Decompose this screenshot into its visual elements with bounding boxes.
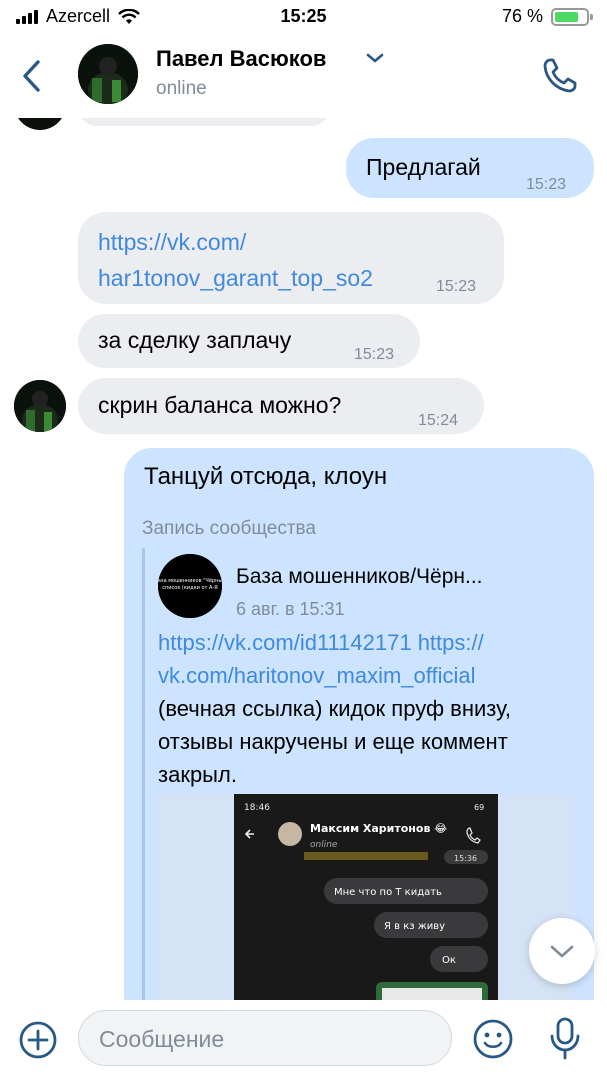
avatar (14, 118, 66, 130)
plus-circle-icon[interactable] (18, 1020, 58, 1060)
shot-time-chip: 15:36 (454, 854, 477, 863)
post-link-1[interactable]: https://vk.com/id11142171 (158, 630, 412, 655)
avatar[interactable] (14, 380, 66, 432)
status-bar: Azercell 15:25 76 % (0, 0, 607, 34)
shot-message: Ок (442, 955, 456, 966)
post-link-2a[interactable]: https:// (418, 630, 484, 655)
message-time: 15:23 (354, 346, 395, 363)
message-bubble-incoming[interactable]: https://vk.com/ har1tonov_garant_top_so2… (78, 212, 504, 304)
message-text: скрин баланса можно? (98, 392, 342, 418)
contact-status: online (156, 78, 207, 99)
message-time: 15:24 (418, 412, 459, 429)
message-time: 15:23 (526, 176, 567, 193)
message-bubble-forwarded[interactable]: Танцуй отсюда, клоун Запись сообщества Б… (124, 448, 594, 1000)
chat-header: Павел Васюков online (0, 34, 607, 118)
post-link-2b[interactable]: vk.com/haritonov_maxim_official (158, 663, 476, 688)
battery-percent: 76 % (501, 6, 543, 26)
post-date: 6 авг. в 15:31 (236, 599, 345, 619)
shot-message: Мне что по Т кидать (334, 887, 442, 898)
scroll-down-button[interactable] (529, 918, 595, 984)
shot-contact-name: Максим Харитонов 😂 (310, 822, 447, 835)
message-time: 15:23 (436, 278, 477, 295)
screenshot-image: 18:46 69 Максим Харитонов 😂 online 15:36… (234, 794, 498, 1000)
phone-icon[interactable] (541, 56, 579, 96)
message-list[interactable]: Предлагай 15:23 https://vk.com/ har1tono… (0, 118, 607, 1000)
composer: Сообщение (0, 1000, 607, 1080)
microphone-icon[interactable] (548, 1016, 582, 1062)
battery-icon (551, 7, 593, 26)
message-bubble-partial (78, 118, 330, 126)
message-bubble-incoming[interactable]: за сделку заплачу 15:23 (78, 314, 420, 368)
status-right: 76 % (501, 6, 593, 27)
message-bubble-outgoing[interactable]: Предлагай 15:23 (346, 138, 594, 198)
message-bubble-incoming[interactable]: скрин баланса можно? 15:24 (78, 378, 484, 434)
link-line-2: har1tonov_garant_top_so2 (98, 265, 373, 291)
message-link[interactable]: https://vk.com/ har1tonov_garant_top_so2 (98, 224, 373, 296)
message-text: за сделку заплачу (98, 327, 292, 353)
message-text: Танцуй отсюда, клоун (144, 463, 388, 490)
link-line-1: https://vk.com/ (98, 229, 247, 255)
battery-fill (555, 11, 578, 22)
contact-name[interactable]: Павел Васюков (156, 46, 326, 72)
shot-message: Я в кз живу (384, 921, 445, 932)
community-avatar[interactable]: База мошенников "Чёрный список (кидки от… (158, 554, 222, 618)
forward-divider (142, 548, 145, 1000)
message-input[interactable]: Сообщение (78, 1010, 452, 1066)
post-body: (вечная ссылка) кидок пруф внизу, отзывы… (158, 696, 512, 787)
chevron-down-icon (550, 945, 574, 958)
chevron-left-icon[interactable] (18, 56, 46, 96)
community-name[interactable]: База мошенников/Чёрн... (236, 560, 482, 594)
shot-status: online (310, 840, 338, 850)
shot-battery: 69 (474, 803, 484, 812)
shot-time: 18:46 (244, 803, 270, 813)
avatar[interactable] (78, 44, 138, 104)
smile-icon[interactable] (472, 1018, 514, 1060)
post-text: https://vk.com/id11142171 https:// vk.co… (158, 626, 578, 791)
forward-label: Запись сообщества (142, 518, 316, 539)
post-image[interactable]: 18:46 69 Максим Харитонов 😂 online 15:36… (158, 794, 574, 1000)
avatar-text-line2: список (кидки от А-Я (162, 585, 217, 591)
avatar-text-line1: База мошенников "Чёрный (158, 577, 222, 584)
chevron-down-icon[interactable] (364, 50, 386, 66)
message-text: Предлагай (366, 154, 481, 180)
